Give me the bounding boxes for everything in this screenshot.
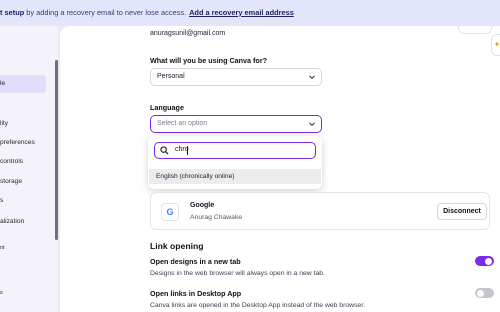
sidebar-item-controls[interactable]: controls [0,158,23,165]
connected-account-card: G Google Anurag Chawake Disconnect [150,192,490,230]
chevron-down-icon [309,75,315,80]
usage-label: What will you be using Canva for? [150,56,268,65]
search-icon [160,146,169,155]
add-recovery-email-link[interactable]: Add a recovery email address [189,8,294,17]
new-tab-description: Designs in the web browser will always o… [150,270,325,277]
sidebar-item-nt[interactable]: nt [0,245,5,251]
text-cursor [187,146,188,155]
language-select-placeholder: Select an option [157,120,208,127]
toggle-knob [485,257,492,265]
top-right-control[interactable] [458,26,492,34]
language-dropdown: chro English (chronically online) [148,136,322,189]
desktop-app-toggle[interactable] [475,288,494,298]
usage-select[interactable]: Personal [150,68,322,86]
link-opening-heading: Link opening [150,241,204,251]
sidebar-item-profile[interactable]: le [0,80,5,87]
sidebar-item-accessibility[interactable]: lity [0,120,8,127]
language-option[interactable]: English (chronically online) [149,169,321,184]
language-search-input[interactable]: chro [154,142,316,159]
new-tab-toggle[interactable] [475,256,494,266]
language-select[interactable]: Select an option [150,115,322,133]
desktop-app-title: Open links in Desktop App [150,289,242,298]
sidebar-scrollbar[interactable] [55,60,58,240]
connected-account-name: Anurag Chawake [190,214,243,221]
star-icon[interactable]: ✦ [491,34,500,56]
sidebar-active-highlight [0,75,46,93]
recovery-banner: t setup by adding a recovery email to ne… [0,0,500,26]
google-icon: G [161,203,179,221]
usage-select-value: Personal [157,73,185,80]
new-tab-title: Open designs in a new tab [150,257,241,266]
sidebar-item-preferences[interactable]: preferences [0,139,35,146]
sidebar-item-s[interactable]: s [0,197,3,204]
sidebar-item-bottom[interactable]: s [0,290,3,296]
banner-text: by adding a recovery email to never lose… [24,8,187,17]
sidebar-item-storage[interactable]: storage [0,178,22,185]
sidebar-item-personalization[interactable]: alization [0,218,24,225]
banner-bold-text: t setup [0,8,25,17]
account-email: anuragsunil@gmail.com [150,30,226,37]
desktop-app-description: Canva links are opened in the Desktop Ap… [150,302,365,309]
chevron-down-icon [309,122,315,127]
settings-sidebar: le lity preferences controls storage s a… [0,26,58,312]
toggle-knob [477,289,484,297]
disconnect-button[interactable]: Disconnect [437,203,487,220]
provider-name: Google [190,202,215,209]
language-label: Language [150,103,184,112]
